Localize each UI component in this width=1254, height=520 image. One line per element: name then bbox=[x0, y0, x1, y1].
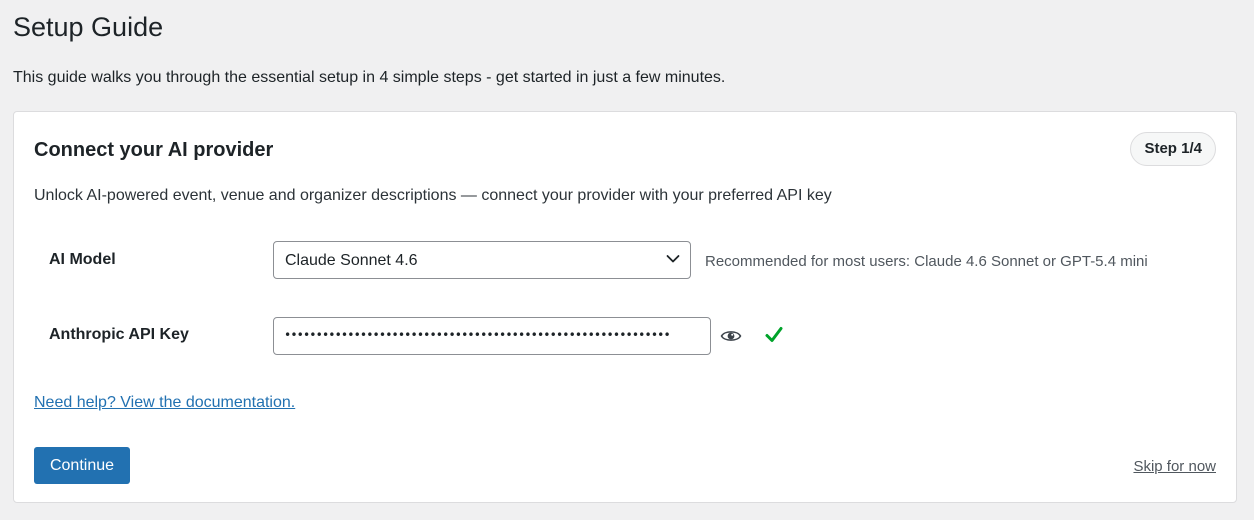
eye-icon[interactable] bbox=[720, 328, 742, 344]
ai-model-select[interactable]: Claude Sonnet 4.6 bbox=[273, 241, 691, 279]
ai-model-selected-value: Claude Sonnet 4.6 bbox=[285, 252, 418, 269]
api-key-label: Anthropic API Key bbox=[49, 326, 189, 343]
api-key-input[interactable]: ••••••••••••••••••••••••••••••••••••••••… bbox=[273, 317, 711, 355]
setup-guide-page: Setup Guide This guide walks you through… bbox=[0, 0, 1254, 520]
checkmark-icon bbox=[765, 327, 783, 342]
ai-model-hint: Recommended for most users: Claude 4.6 S… bbox=[705, 253, 1148, 270]
chevron-down-icon bbox=[666, 255, 680, 263]
setup-step-card: Connect your AI provider Step 1/4 Unlock… bbox=[13, 111, 1237, 503]
step-badge: Step 1/4 bbox=[1130, 132, 1216, 166]
documentation-link[interactable]: Need help? View the documentation. bbox=[34, 392, 295, 414]
continue-button[interactable]: Continue bbox=[34, 447, 130, 484]
card-description: Unlock AI-powered event, venue and organ… bbox=[34, 187, 832, 204]
page-title: Setup Guide bbox=[13, 12, 164, 42]
page-intro: This guide walks you through the essenti… bbox=[13, 69, 726, 86]
ai-model-label: AI Model bbox=[49, 251, 116, 268]
card-title: Connect your AI provider bbox=[34, 139, 274, 161]
api-key-masked-value: ••••••••••••••••••••••••••••••••••••••••… bbox=[284, 328, 671, 342]
skip-for-now-link[interactable]: Skip for now bbox=[1133, 456, 1216, 478]
